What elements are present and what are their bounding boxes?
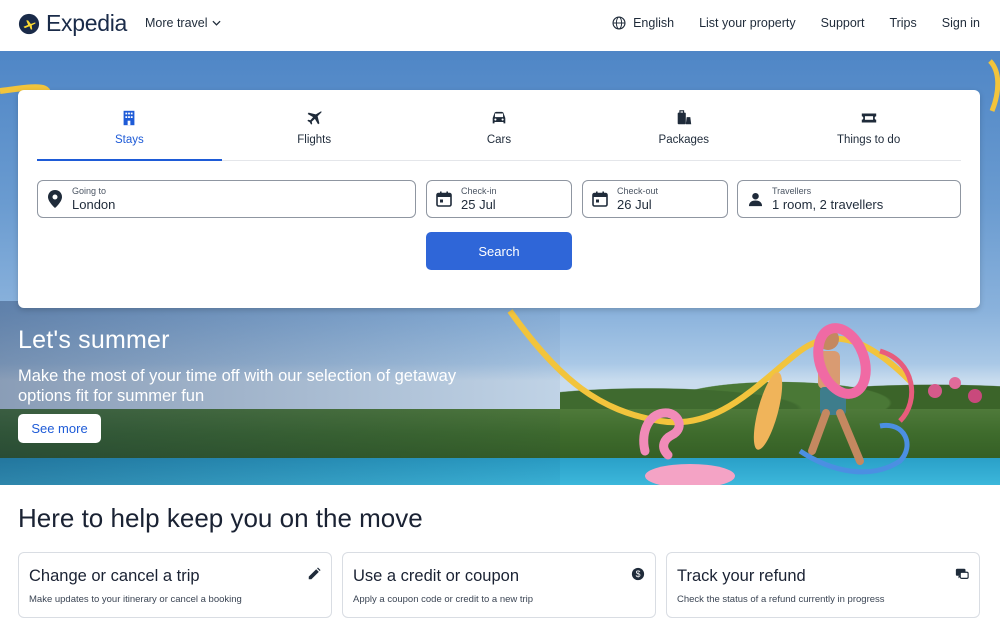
more-travel-label: More travel [145,16,208,30]
card-description: Make updates to your itinerary or cancel… [29,594,242,605]
card-title: Use a credit or coupon [353,567,520,585]
globe-icon [612,16,626,30]
search-card: Stays Flights Cars Packages Things to do… [18,90,980,308]
check-out-label: Check-out [617,185,659,196]
help-cards: Change or cancel a trip Make updates to … [18,552,980,618]
change-cancel-card[interactable]: Change or cancel a trip Make updates to … [18,552,332,618]
check-in-label: Check-in [461,185,497,196]
tab-cars-label: Cars [486,134,512,146]
card-description: Apply a coupon code or credit to a new t… [353,594,534,605]
calendar-icon [592,191,608,207]
building-icon [123,110,135,126]
travellers-field[interactable]: Travellers 1 room, 2 travellers [737,180,961,218]
list-property-link[interactable]: List your property [699,16,796,30]
header-nav: English List your property Support Trips… [612,16,980,30]
credit-coupon-card[interactable]: Use a credit or coupon Apply a coupon co… [342,552,656,618]
plane-logo-icon [18,13,40,34]
support-link[interactable]: Support [821,16,865,30]
location-pin-icon [48,190,62,208]
sign-in-link[interactable]: Sign in [942,16,980,30]
hero-subtitle: Make the most of your time off with our … [18,367,457,405]
going-to-field[interactable]: Going to London [37,180,416,218]
more-travel-menu[interactable]: More travel [145,16,221,30]
going-to-value: London [72,196,116,212]
ticket-icon [861,113,876,123]
coin-icon: $ [631,567,645,581]
track-refund-card[interactable]: Track your refund Check the status of a … [666,552,980,618]
calendar-icon [436,191,452,207]
tab-stays-label: Stays [115,134,144,146]
search-button[interactable]: Search [426,232,572,270]
going-to-label: Going to [72,185,107,196]
check-in-value: 25 Jul [461,196,496,212]
trips-link[interactable]: Trips [889,16,916,30]
tab-things-to-do-label: Things to do [836,134,901,146]
car-icon [492,111,506,124]
pencil-icon [308,567,321,580]
expedia-logo[interactable]: Expedia [18,10,127,37]
tab-flights-label: Flights [297,134,332,146]
chat-icon [955,568,969,579]
language-selector[interactable]: English [612,16,674,30]
help-section-title: Here to help keep you on the move [18,503,423,533]
tab-packages[interactable]: Packages [591,90,776,160]
tab-stays[interactable]: Stays [37,90,222,161]
tab-flights[interactable]: Flights [222,90,407,160]
hero-title: Let's summer [18,326,170,354]
top-header: Expedia More travel English List your pr… [0,0,1000,51]
person-icon [748,192,762,206]
svg-text:$: $ [636,569,641,579]
chevron-down-icon [211,20,221,26]
plane-icon [307,111,322,125]
check-out-field[interactable]: Check-out 26 Jul [582,180,728,218]
card-title: Change or cancel a trip [29,567,200,585]
logo-text: Expedia [46,10,128,36]
tab-cars[interactable]: Cars [407,90,592,160]
tab-packages-label: Packages [658,134,710,146]
language-label: English [633,16,675,30]
suitcase-icon [677,110,691,125]
tab-things-to-do[interactable]: Things to do [776,90,961,160]
check-out-value: 26 Jul [617,196,652,212]
travellers-value: 1 room, 2 travellers [772,196,884,212]
card-title: Track your refund [677,567,806,585]
see-more-button[interactable]: See more [18,414,101,443]
travellers-label: Travellers [772,185,812,196]
check-in-field[interactable]: Check-in 25 Jul [426,180,572,218]
search-tabs: Stays Flights Cars Packages Things to do [37,90,961,161]
card-description: Check the status of a refund currently i… [677,594,885,605]
